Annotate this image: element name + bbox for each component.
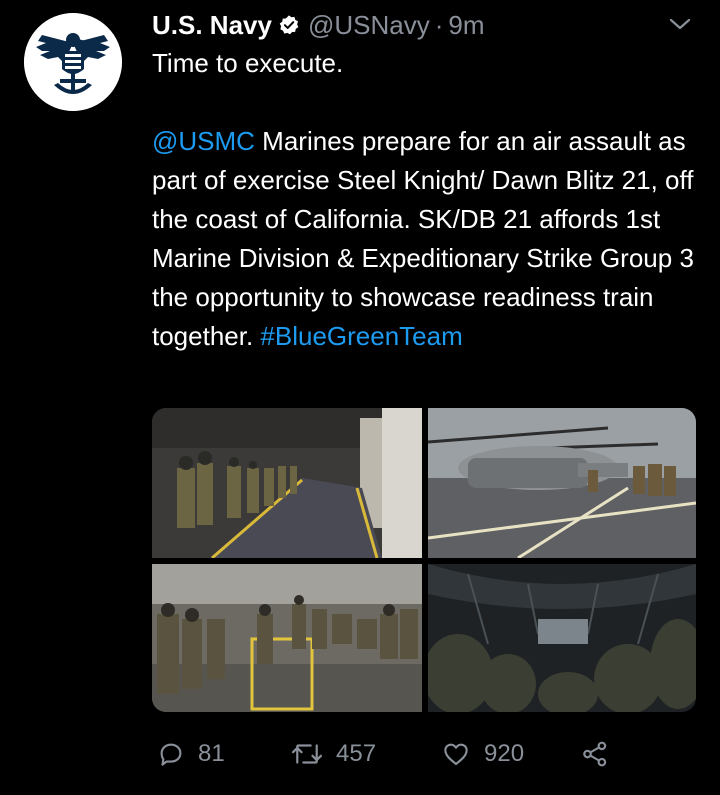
header-separator: · (434, 9, 444, 40)
tweet-body-text: Marines prepare for an air assault as pa… (152, 126, 694, 351)
author-name[interactable]: U.S. Navy (152, 10, 272, 41)
verified-badge-icon (278, 14, 300, 36)
mention-link[interactable]: @USMC (152, 126, 255, 156)
share-icon (580, 739, 610, 769)
media-photo-2[interactable] (428, 408, 696, 558)
action-bar: 81 457 920 (152, 736, 622, 772)
heart-icon (440, 739, 472, 769)
tweet-line-1: Time to execute. (152, 48, 344, 78)
like-button[interactable]: 920 (440, 736, 524, 772)
media-photo-4[interactable] (428, 564, 696, 712)
reply-icon (156, 739, 186, 769)
navy-eagle-logo (24, 13, 122, 111)
media-grid (152, 408, 696, 712)
avatar[interactable] (24, 13, 122, 111)
retweet-icon (290, 739, 324, 769)
tweet-timestamp[interactable]: 9m (448, 10, 484, 41)
retweet-button[interactable]: 457 (290, 736, 376, 772)
like-count: 920 (484, 740, 525, 767)
tweet-header: U.S. Navy @USNavy · 9m (152, 8, 485, 42)
reply-count: 81 (198, 740, 225, 767)
share-button[interactable] (580, 736, 610, 772)
reply-button[interactable]: 81 (156, 736, 225, 772)
hashtag-link[interactable]: #BlueGreenTeam (260, 321, 462, 351)
tweet-body: @USMC Marines prepare for an air assault… (152, 122, 708, 356)
media-photo-1[interactable] (152, 408, 422, 558)
author-handle[interactable]: @USNavy (308, 10, 430, 41)
media-photo-3[interactable] (152, 564, 422, 712)
retweet-count: 457 (336, 740, 377, 767)
chevron-down-icon[interactable] (668, 14, 692, 34)
tweet-text: Time to execute. @USMC Marines prepare f… (152, 44, 708, 356)
